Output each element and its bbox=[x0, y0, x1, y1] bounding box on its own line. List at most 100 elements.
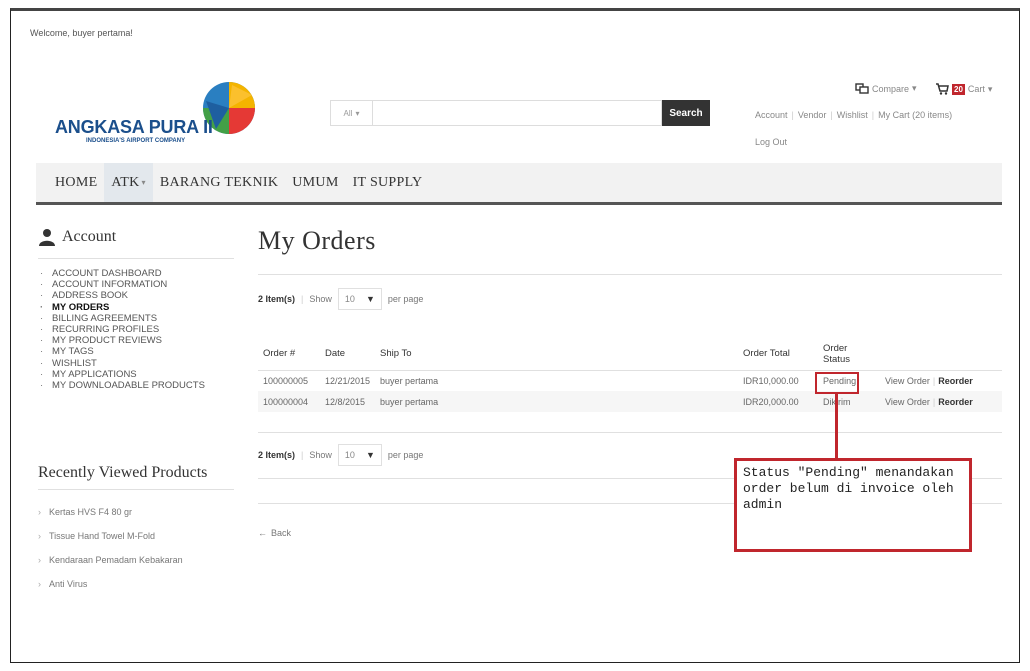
column-header-date: Date bbox=[320, 338, 376, 371]
search-bar: All ▾ Search bbox=[330, 100, 710, 128]
search-input[interactable] bbox=[372, 100, 662, 126]
chevron-right-icon: › bbox=[38, 531, 41, 541]
nav-umum[interactable]: UMUM bbox=[285, 163, 345, 202]
per-page-select[interactable]: 10 ▼ bbox=[337, 288, 382, 310]
order-total: IDR20,000.00 bbox=[738, 391, 819, 412]
sidebar-item-label: RECURRING PROFILES bbox=[52, 324, 160, 336]
back-label: Back bbox=[271, 528, 292, 538]
sidebar-item-my-tags[interactable]: · MY TAGS bbox=[40, 346, 205, 357]
view-order-link[interactable]: View Order bbox=[885, 376, 930, 386]
nav-home-label: HOME bbox=[55, 174, 98, 190]
recent-product-item[interactable]: › Tissue Hand Towel M-Fold bbox=[38, 524, 183, 548]
compare-label: Compare bbox=[872, 83, 910, 94]
chevron-down-icon: ▾ bbox=[912, 83, 917, 93]
search-category-select[interactable]: All ▾ bbox=[330, 100, 372, 126]
recent-products-title: Recently Viewed Products bbox=[38, 464, 208, 481]
sidebar-item-my-downloadable-products[interactable]: · MY DOWNLOADABLE PRODUCTS bbox=[40, 380, 205, 391]
annotation-callout: Status "Pending" menandakan order belum … bbox=[734, 458, 972, 552]
divider bbox=[258, 274, 1002, 275]
order-actions: View Order | Reorder bbox=[880, 391, 1002, 412]
per-page-value: 10 bbox=[344, 450, 355, 460]
order-number: 100000004 bbox=[258, 391, 320, 412]
item-count: 2 Item(s) bbox=[258, 294, 296, 304]
vendor-link[interactable]: Vendor bbox=[798, 110, 827, 120]
divider bbox=[38, 489, 234, 490]
bullet-icon: · bbox=[40, 290, 44, 302]
logo-name: ANGKASA PURA II bbox=[55, 117, 213, 137]
per-page-label: per page bbox=[387, 450, 424, 460]
wishlist-link[interactable]: Wishlist bbox=[837, 110, 868, 120]
bullet-icon: · bbox=[40, 312, 44, 324]
sidebar-item-address-book[interactable]: · ADDRESS BOOK bbox=[40, 290, 205, 301]
sidebar-item-label: MY DOWNLOADABLE PRODUCTS bbox=[52, 380, 205, 392]
order-date: 12/21/2015 bbox=[325, 375, 371, 386]
compare-link[interactable]: Compare ▾ bbox=[855, 83, 917, 94]
sidebar-title-label: Account bbox=[62, 228, 117, 245]
search-button[interactable]: Search bbox=[662, 100, 710, 126]
sidebar-item-recurring-profiles[interactable]: · RECURRING PROFILES bbox=[40, 324, 205, 335]
cart-count-badge: 20 bbox=[952, 83, 965, 95]
nav-barang-teknik[interactable]: BARANG TEKNIK bbox=[153, 163, 285, 202]
sidebar-item-my-applications[interactable]: · MY APPLICATIONS bbox=[40, 369, 205, 380]
sidebar-item-account-information[interactable]: · ACCOUNT INFORMATION bbox=[40, 279, 205, 290]
logo-tagline: INDONESIA'S AIRPORT COMPANY bbox=[86, 138, 186, 144]
column-header-actions bbox=[880, 338, 1002, 371]
recent-products-list: › Kertas HVS F4 80 gr › Tissue Hand Towel … bbox=[38, 500, 183, 596]
chevron-right-icon: › bbox=[38, 555, 41, 565]
recent-product-item[interactable]: › Anti Virus bbox=[38, 572, 183, 596]
user-icon bbox=[39, 229, 55, 246]
back-link[interactable]: ← Back bbox=[258, 528, 291, 538]
divider bbox=[38, 258, 234, 259]
nav-it-supply-label: IT SUPPLY bbox=[352, 174, 423, 190]
column-header-order-total: Order Total bbox=[738, 338, 819, 371]
account-menu: · ACCOUNT DASHBOARD · ACCOUNT INFORMATION … bbox=[40, 268, 205, 391]
nav-home[interactable]: HOME bbox=[48, 163, 104, 202]
sidebar-item-label: WISHLIST bbox=[52, 357, 97, 369]
show-label: Show bbox=[309, 450, 332, 460]
link-separator: | bbox=[791, 110, 794, 120]
sidebar-title: Account bbox=[38, 228, 116, 246]
order-actions: View Order | Reorder bbox=[880, 370, 1002, 391]
chevron-right-icon: › bbox=[38, 579, 41, 589]
recent-product-label: Kertas HVS F4 80 gr bbox=[49, 507, 133, 517]
sidebar-item-label: ACCOUNT INFORMATION bbox=[52, 279, 168, 291]
my-cart-link[interactable]: My Cart (20 items) bbox=[878, 110, 952, 120]
column-header-ship-to: Ship To bbox=[375, 338, 739, 371]
sidebar-item-my-product-reviews[interactable]: · MY PRODUCT REVIEWS bbox=[40, 335, 205, 346]
main-nav: HOME ATK ▾ BARANG TEKNIK UMUM IT SUPPLY bbox=[36, 163, 1002, 205]
pager-separator: | bbox=[301, 450, 304, 460]
sidebar-item-label: MY PRODUCT REVIEWS bbox=[52, 335, 162, 347]
view-order-link[interactable]: View Order bbox=[885, 397, 930, 407]
recent-product-item[interactable]: › Kertas HVS F4 80 gr bbox=[38, 500, 183, 524]
sidebar-item-billing-agreements[interactable]: · BILLING AGREEMENTS bbox=[40, 313, 205, 324]
logout-link[interactable]: Log Out bbox=[755, 137, 787, 147]
cart-link[interactable]: 20 Cart ▾ bbox=[935, 83, 992, 95]
account-link[interactable]: Account bbox=[755, 110, 788, 120]
account-links: Account | Vendor | Wishlist | My Cart (2… bbox=[755, 110, 952, 120]
chevron-down-icon: ▾ bbox=[355, 108, 360, 118]
recent-product-item[interactable]: › Kendaraan Pemadam Kebakaran bbox=[38, 548, 183, 572]
nav-it-supply[interactable]: IT SUPPLY bbox=[346, 163, 430, 202]
sidebar-item-account-dashboard[interactable]: · ACCOUNT DASHBOARD bbox=[40, 268, 205, 279]
table-row: 100000005 12/21/2015 buyer pertama IDR10… bbox=[258, 370, 1002, 391]
sidebar-item-wishlist[interactable]: · WISHLIST bbox=[40, 358, 205, 369]
order-total: IDR10,000.00 bbox=[743, 375, 799, 386]
bullet-icon: · bbox=[40, 301, 44, 313]
per-page-select[interactable]: 10 ▼ bbox=[337, 444, 382, 466]
orders-table: Order # Date Ship To Order Total Order S… bbox=[258, 338, 1002, 412]
reorder-link[interactable]: Reorder bbox=[938, 376, 973, 386]
compare-icon bbox=[855, 83, 869, 94]
site-logo[interactable]: ANGKASA PURA II INDONESIA'S AIRPORT COMP… bbox=[50, 75, 260, 155]
cart-label: Cart bbox=[967, 84, 985, 94]
bullet-icon: · bbox=[40, 346, 44, 358]
nav-atk[interactable]: ATK ▾ bbox=[104, 163, 153, 202]
sidebar-item-my-orders[interactable]: · MY ORDERS bbox=[40, 302, 205, 313]
reorder-link[interactable]: Reorder bbox=[938, 397, 973, 407]
nav-atk-label: ATK bbox=[111, 174, 140, 190]
table-header-row: Order # Date Ship To Order Total Order S… bbox=[258, 338, 1002, 371]
link-separator: | bbox=[932, 375, 936, 386]
column-header-order-status: Order Status bbox=[818, 338, 881, 371]
recent-product-label: Anti Virus bbox=[49, 579, 88, 589]
arrow-left-icon: ← bbox=[258, 528, 267, 538]
recent-product-label: Tissue Hand Towel M-Fold bbox=[49, 531, 156, 541]
